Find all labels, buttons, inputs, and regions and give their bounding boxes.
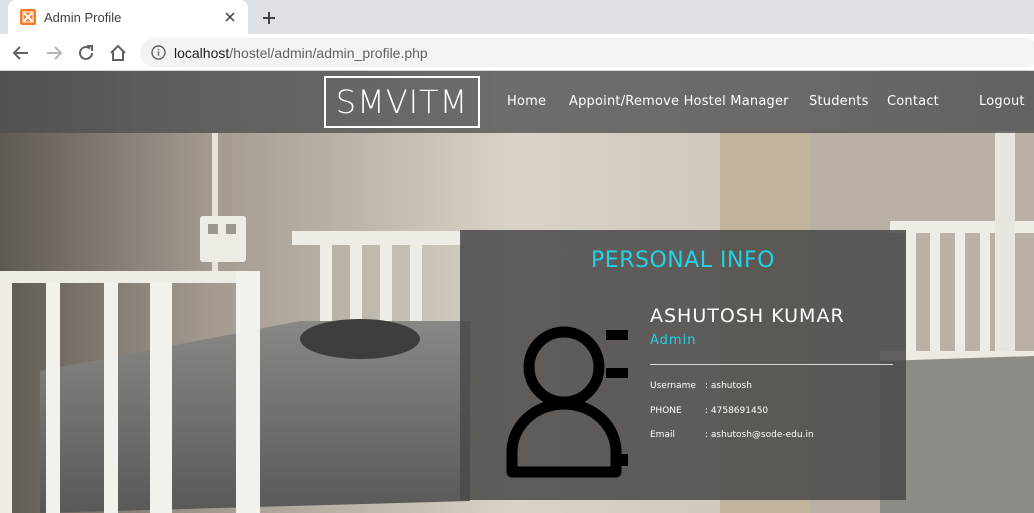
site-navbar: SMVITM Home Appoint/Remove Hostel Manage… — [0, 71, 1034, 133]
nav-home-link[interactable]: Home — [507, 94, 546, 109]
browser-tab-strip: Admin Profile — [0, 0, 1034, 34]
url-host: localhost — [174, 44, 230, 61]
forward-arrow-icon[interactable] — [41, 40, 67, 66]
username-label: Username — [650, 381, 696, 391]
personal-info-card: PERSONAL INFO ASHUTOSH KUMAR Admin Usern… — [460, 230, 906, 500]
username-row: Username : ashutosh — [650, 381, 752, 391]
info-icon[interactable] — [150, 45, 166, 61]
back-arrow-icon[interactable] — [8, 40, 34, 66]
phone-label: PHONE — [650, 406, 682, 416]
personal-info-heading: PERSONAL INFO — [591, 248, 775, 273]
nav-students-link[interactable]: Students — [809, 94, 869, 109]
profile-role: Admin — [650, 333, 697, 348]
phone-row: PHONE : 4758691450 — [650, 406, 768, 416]
profile-name: ASHUTOSH KUMAR — [650, 305, 845, 327]
xampp-icon — [20, 9, 36, 25]
nav-hostel-manager-link[interactable]: Appoint/Remove Hostel Manager — [569, 94, 789, 109]
nav-contact-link[interactable]: Contact — [887, 94, 939, 109]
phone-value: : 4758691450 — [705, 406, 769, 416]
page-viewport: SMVITM Home Appoint/Remove Hostel Manage… — [0, 71, 1034, 513]
username-value: : ashutosh — [705, 381, 752, 391]
browser-tab[interactable]: Admin Profile — [8, 0, 248, 34]
close-tab-icon[interactable] — [222, 9, 238, 25]
url-path: /hostel/admin/admin_profile.php — [229, 44, 428, 61]
brand-text: SMVITM — [335, 83, 469, 121]
url-text: localhost/hostel/admin/admin_profile.php — [174, 45, 428, 61]
new-tab-icon[interactable] — [258, 7, 280, 29]
tab-title: Admin Profile — [44, 9, 122, 25]
nav-logout-link[interactable]: Logout — [979, 94, 1025, 109]
home-icon[interactable] — [105, 40, 131, 66]
reload-icon[interactable] — [73, 40, 99, 66]
address-bar[interactable]: localhost/hostel/admin/admin_profile.php — [140, 38, 1034, 67]
user-avatar-icon — [506, 326, 628, 478]
email-row: Email : ashutosh@sode-edu.in — [650, 430, 814, 440]
profile-divider — [650, 364, 893, 365]
browser-toolbar: localhost/hostel/admin/admin_profile.php — [0, 34, 1034, 71]
email-label: Email — [650, 430, 675, 440]
email-value: : ashutosh@sode-edu.in — [705, 430, 814, 440]
brand-logo[interactable]: SMVITM — [324, 76, 480, 128]
